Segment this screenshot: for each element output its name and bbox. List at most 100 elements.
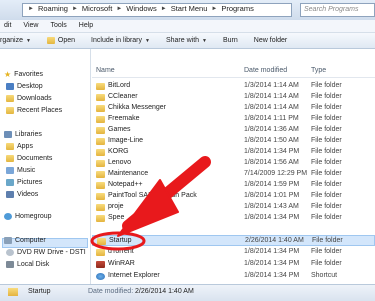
share-with-button[interactable]: Share with ▼ — [166, 37, 207, 44]
menu-tools[interactable]: Tools — [44, 20, 72, 32]
nav-videos[interactable]: Videos — [6, 191, 38, 198]
nav-favorites[interactable]: ★ Favorites — [4, 71, 43, 79]
file-type: File folder — [311, 115, 342, 122]
chevron-right-icon[interactable]: ► — [116, 6, 122, 12]
file-name: uTorrent — [108, 248, 134, 255]
breadcrumb-roaming[interactable]: Roaming — [38, 4, 68, 13]
file-row-utorrent[interactable]: uTorrent 1/8/2014 1:34 PM File folder — [92, 247, 375, 258]
file-type: File folder — [311, 104, 342, 111]
column-type[interactable]: Type — [311, 67, 326, 74]
nav-downloads[interactable]: Downloads — [6, 95, 52, 102]
organize-label: rganize — [0, 37, 23, 44]
folder-icon — [97, 238, 106, 245]
file-row-bitlord[interactable]: BitLord 1/3/2014 1:14 AM File folder — [92, 81, 375, 92]
breadcrumb-programs[interactable]: Programs — [221, 4, 254, 13]
chevron-right-icon[interactable]: ► — [161, 6, 167, 12]
nav-local-disk[interactable]: Local Disk — [6, 261, 49, 268]
file-date: 1/8/2014 1:43 AM — [244, 203, 299, 210]
file-name: Spee — [108, 214, 125, 221]
folder-icon — [96, 105, 105, 112]
nav-downloads-label: Downloads — [17, 95, 52, 102]
file-name: WinRAR — [108, 260, 135, 267]
file-row-painttool-sai[interactable]: PaintTool SAI - English Pack 1/8/2014 1:… — [92, 191, 375, 202]
file-type: File folder — [311, 148, 342, 155]
chevron-right-icon[interactable]: ► — [72, 6, 78, 12]
breadcrumb-microsoft[interactable]: Microsoft — [82, 4, 112, 13]
nav-homegroup[interactable]: Homegroup — [4, 213, 52, 220]
file-row-startup[interactable]: Startup 2/26/2014 1:40 AM File folder — [92, 235, 375, 246]
folder-icon — [96, 149, 105, 156]
file-date: 1/8/2014 1:59 PM — [244, 181, 300, 188]
search-input[interactable]: Search Programs — [300, 3, 375, 17]
file-name: Startup — [109, 237, 132, 244]
dvd-drive-icon — [6, 249, 14, 256]
column-name[interactable]: Name — [96, 67, 115, 74]
file-row-lenovo[interactable]: Lenovo 1/8/2014 1:56 AM File folder — [92, 158, 375, 169]
nav-recent-label: Recent Places — [17, 107, 63, 114]
file-type: File folder — [311, 170, 342, 177]
file-row-internet-explorer[interactable]: Internet Explorer 1/8/2014 1:34 PM Short… — [92, 271, 375, 282]
new-folder-button[interactable]: New folder — [254, 37, 287, 44]
folder-icon — [96, 138, 105, 145]
computer-icon — [4, 237, 12, 244]
file-row-maintenance[interactable]: Maintenance 7/14/2009 12:29 PM File fold… — [92, 169, 375, 180]
nav-music[interactable]: Music — [6, 167, 35, 174]
file-type: File folder — [311, 82, 342, 89]
nav-pictures-label: Pictures — [17, 179, 43, 186]
file-name: Internet Explorer — [108, 272, 160, 279]
folder-icon — [96, 249, 105, 256]
file-name: Notepad++ — [108, 181, 143, 188]
folder-icon — [96, 116, 105, 123]
open-icon — [46, 37, 55, 44]
file-row-ccleaner[interactable]: CCleaner 1/8/2014 1:14 AM File folder — [92, 92, 375, 103]
file-row-winrar[interactable]: WinRAR 1/8/2014 1:34 PM File folder — [92, 259, 375, 270]
breadcrumb-windows[interactable]: Windows — [126, 4, 156, 13]
column-date-modified[interactable]: Date modified — [244, 67, 287, 74]
nav-pictures[interactable]: Pictures — [6, 179, 42, 186]
nav-dvd-drive[interactable]: DVD RW Drive - DSTI — [6, 249, 86, 256]
burn-button[interactable]: Burn — [223, 37, 238, 44]
file-row-freemake[interactable]: Freemake 1/8/2014 1:11 PM File folder — [92, 114, 375, 125]
chevron-right-icon[interactable]: ► — [211, 6, 217, 12]
nav-documents[interactable]: Documents — [6, 155, 52, 162]
open-button[interactable]: Open — [46, 37, 75, 44]
chevron-right-icon[interactable]: ► — [28, 6, 34, 12]
nav-apps[interactable]: Apps — [6, 143, 33, 150]
file-row-chikka[interactable]: Chikka Messenger 1/8/2014 1:14 AM File f… — [92, 103, 375, 114]
menu-help[interactable]: Help — [73, 20, 99, 32]
organize-button[interactable]: rganize ▼ — [0, 37, 31, 44]
file-row-proje[interactable]: proje 1/8/2014 1:43 AM File folder — [92, 202, 375, 213]
menu-view[interactable]: View — [17, 20, 44, 32]
file-date: 1/8/2014 1:11 PM — [244, 115, 299, 122]
nav-music-label: Music — [17, 167, 36, 174]
share-label: Share with — [165, 37, 200, 44]
file-type: File folder — [311, 126, 342, 133]
include-in-library-button[interactable]: Include in library ▼ — [91, 37, 150, 44]
file-row-spee[interactable]: Spee 1/8/2014 1:34 PM File folder — [92, 213, 375, 224]
music-icon — [6, 167, 14, 174]
breadcrumb-start-menu[interactable]: Start Menu — [171, 4, 208, 13]
command-bar: rganize ▼ Open Include in library ▼ Shar… — [0, 33, 375, 49]
file-row-korg[interactable]: KORG 1/8/2014 1:34 PM File folder — [92, 147, 375, 158]
file-type: File folder — [311, 260, 342, 267]
documents-icon — [6, 155, 14, 162]
file-row-games[interactable]: Games 1/8/2014 1:36 AM File folder — [92, 125, 375, 136]
nav-recent-places[interactable]: Recent Places — [6, 107, 62, 114]
file-type: File folder — [311, 159, 342, 166]
nav-computer[interactable]: Computer — [4, 237, 46, 244]
file-type: File folder — [312, 237, 343, 244]
nav-desktop[interactable]: Desktop — [6, 83, 43, 90]
file-name: Maintenance — [108, 170, 149, 177]
menu-edit[interactable]: dit — [0, 20, 17, 32]
winrar-icon — [96, 261, 105, 268]
folder-icon — [96, 204, 105, 211]
nav-libraries[interactable]: Libraries — [4, 131, 42, 138]
file-row-image-line[interactable]: Image-Line 1/8/2014 1:50 AM File folder — [92, 136, 375, 147]
file-date: 1/8/2014 1:34 PM — [244, 272, 300, 279]
file-name: Image-Line — [108, 137, 144, 144]
file-type: File folder — [311, 248, 342, 255]
file-row-notepad[interactable]: Notepad++ 1/8/2014 1:59 PM File folder — [92, 180, 375, 191]
nav-dvd-label: DVD RW Drive - DSTI — [17, 249, 86, 256]
breadcrumb: ► Roaming ► Microsoft ► Windows ► Start … — [28, 4, 254, 13]
file-name: CCleaner — [108, 93, 138, 100]
